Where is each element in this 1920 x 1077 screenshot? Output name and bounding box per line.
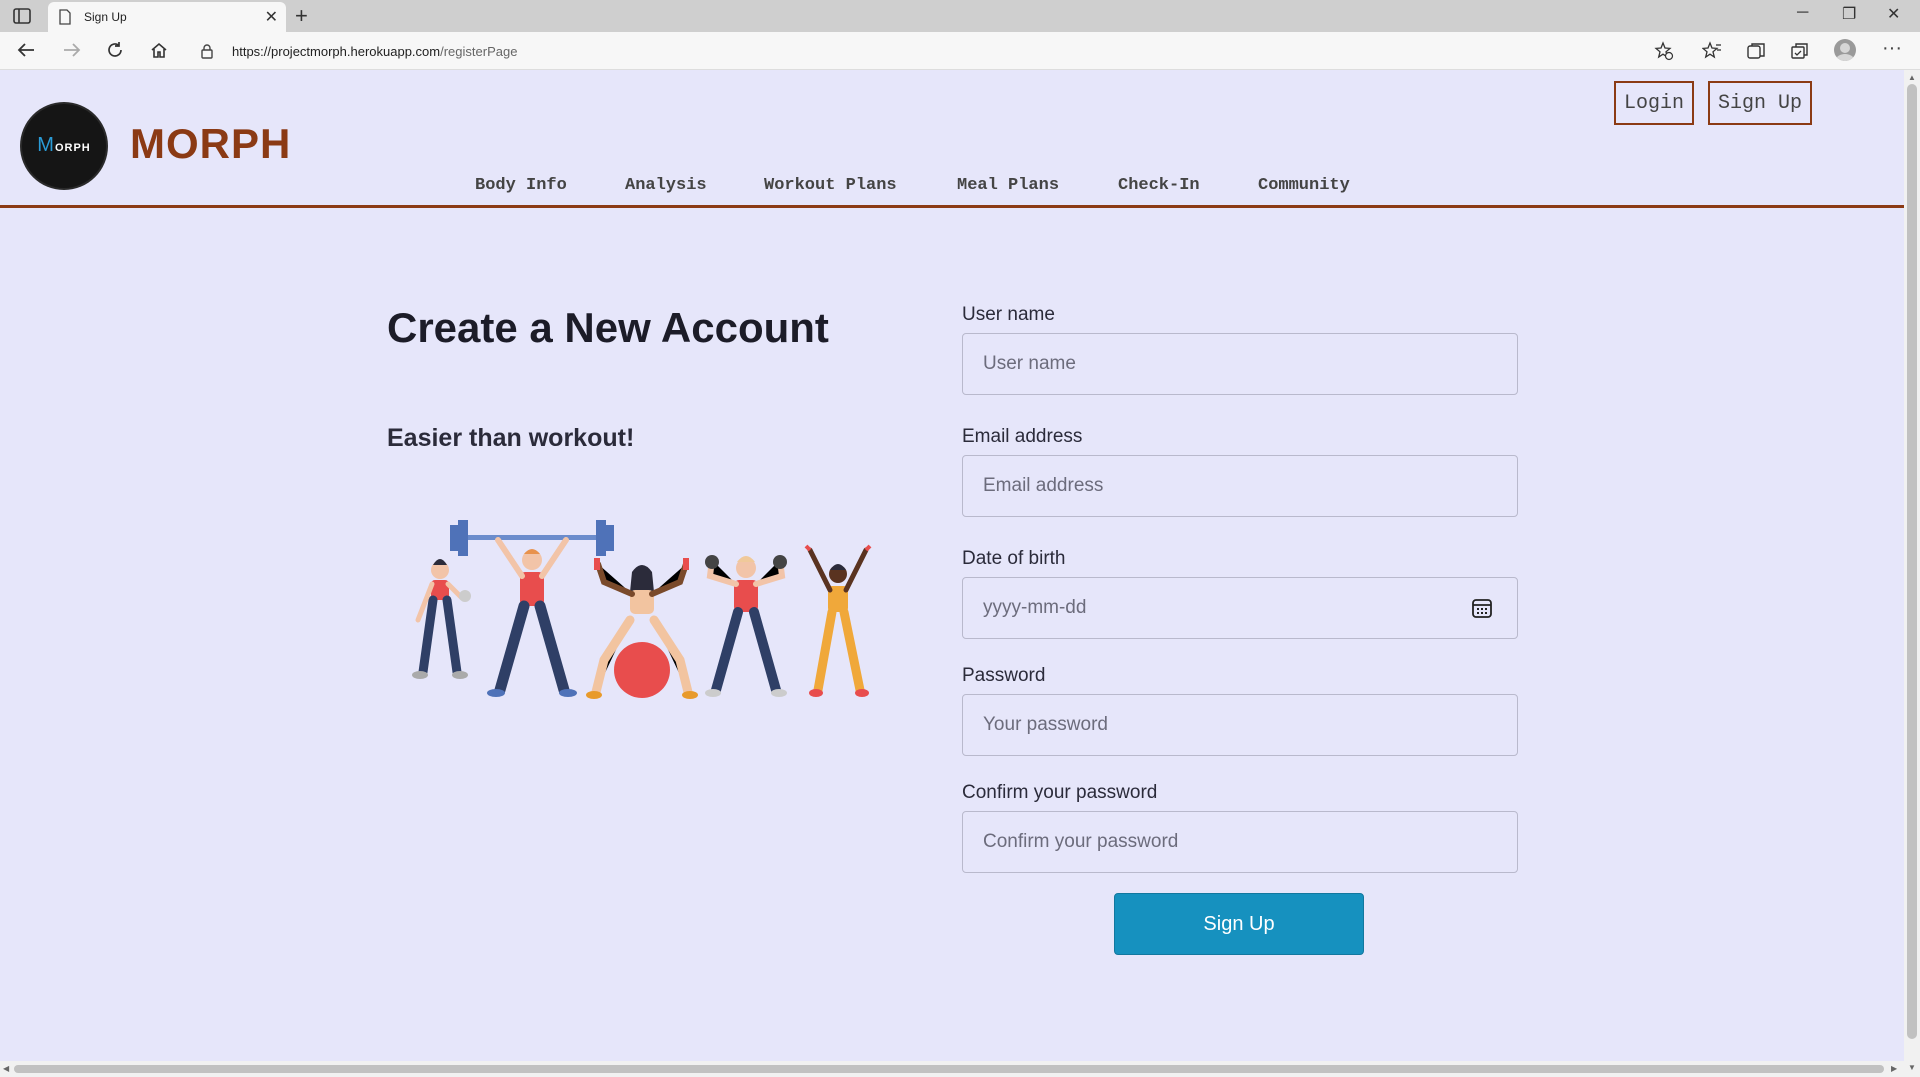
calendar-icon[interactable]: [1471, 597, 1493, 625]
page-title: Create a New Account: [387, 304, 829, 351]
logo-m: M: [37, 134, 55, 156]
tab-title: Sign Up: [84, 10, 127, 24]
login-button[interactable]: Login: [1614, 81, 1695, 125]
forward-icon[interactable]: [62, 41, 82, 64]
site-header: MORPH MORPH Login Sign Up Body Info Anal…: [0, 70, 1904, 208]
logo-rest: ORPH: [54, 142, 91, 154]
username-input[interactable]: [962, 333, 1518, 395]
nav-community[interactable]: Community: [1258, 176, 1350, 195]
dob-input[interactable]: yyyy-mm-dd: [962, 577, 1518, 639]
nav-body-info[interactable]: Body Info: [475, 176, 567, 195]
page-subtitle: Easier than workout!: [387, 424, 635, 452]
tab-actions-icon[interactable]: [12, 7, 32, 25]
nav-workout-plans[interactable]: Workout Plans: [764, 176, 897, 195]
horizontal-scrollbar[interactable]: ◀ ▶: [0, 1061, 1904, 1077]
password-input[interactable]: [962, 694, 1518, 756]
confirm-password-input[interactable]: [962, 811, 1518, 873]
nav-check-in[interactable]: Check-In: [1118, 176, 1200, 195]
refresh-icon[interactable]: [106, 41, 124, 64]
vertical-scrollbar[interactable]: ▲ ▼: [1904, 70, 1920, 1077]
home-icon[interactable]: [150, 41, 168, 64]
profile-avatar-icon[interactable]: [1834, 39, 1856, 61]
extensions-icon[interactable]: [1790, 41, 1810, 66]
morph-logo[interactable]: MORPH: [22, 104, 106, 188]
minimize-icon[interactable]: ─: [1797, 4, 1808, 22]
vertical-scroll-thumb[interactable]: [1907, 84, 1917, 1039]
browser-tab-bar: Sign Up ✕ + ─ ❐ ✕: [0, 0, 1920, 32]
browser-tab[interactable]: Sign Up ✕: [48, 2, 286, 32]
logo-text: MORPH: [22, 134, 106, 157]
scroll-up-icon[interactable]: ▲: [1908, 73, 1916, 82]
restore-icon[interactable]: ❐: [1842, 4, 1856, 24]
scroll-right-icon[interactable]: ▶: [1891, 1064, 1897, 1073]
username-label: User name: [962, 304, 1055, 325]
nav-analysis[interactable]: Analysis: [625, 176, 707, 195]
signup-submit-button[interactable]: Sign Up: [1114, 893, 1364, 955]
favorites-icon[interactable]: [1701, 41, 1722, 66]
close-window-icon[interactable]: ✕: [1887, 4, 1900, 24]
confirm-password-label: Confirm your password: [962, 782, 1158, 803]
password-label: Password: [962, 665, 1046, 686]
url-text: https://projectmorph.herokuapp.com/regis…: [232, 44, 517, 59]
horizontal-scroll-thumb[interactable]: [14, 1065, 1884, 1073]
address-bar[interactable]: https://projectmorph.herokuapp.com/regis…: [188, 36, 1676, 66]
url-path: /registerPage: [440, 44, 518, 59]
brand-name[interactable]: MORPH: [130, 120, 291, 168]
lock-icon[interactable]: [200, 43, 214, 64]
page-icon: [58, 9, 72, 30]
back-icon[interactable]: [16, 41, 36, 64]
scroll-down-icon[interactable]: ▼: [1908, 1063, 1916, 1072]
fitness-illustration: [412, 520, 872, 699]
new-tab-icon[interactable]: +: [295, 3, 308, 29]
more-options-icon[interactable]: ···: [1882, 37, 1902, 60]
url-host: https://projectmorph.herokuapp.com: [232, 44, 441, 59]
close-tab-icon[interactable]: ✕: [265, 7, 278, 27]
collections-icon[interactable]: [1746, 41, 1766, 66]
email-label: Email address: [962, 426, 1083, 447]
dob-placeholder: yyyy-mm-dd: [983, 597, 1087, 618]
browser-toolbar: https://projectmorph.herokuapp.com/regis…: [0, 32, 1920, 70]
nav-meal-plans[interactable]: Meal Plans: [957, 176, 1059, 195]
scroll-left-icon[interactable]: ◀: [3, 1064, 9, 1073]
signup-header-button[interactable]: Sign Up: [1708, 81, 1813, 125]
email-input[interactable]: [962, 455, 1518, 517]
add-favorite-icon[interactable]: [1654, 41, 1674, 66]
dob-label: Date of birth: [962, 548, 1066, 569]
